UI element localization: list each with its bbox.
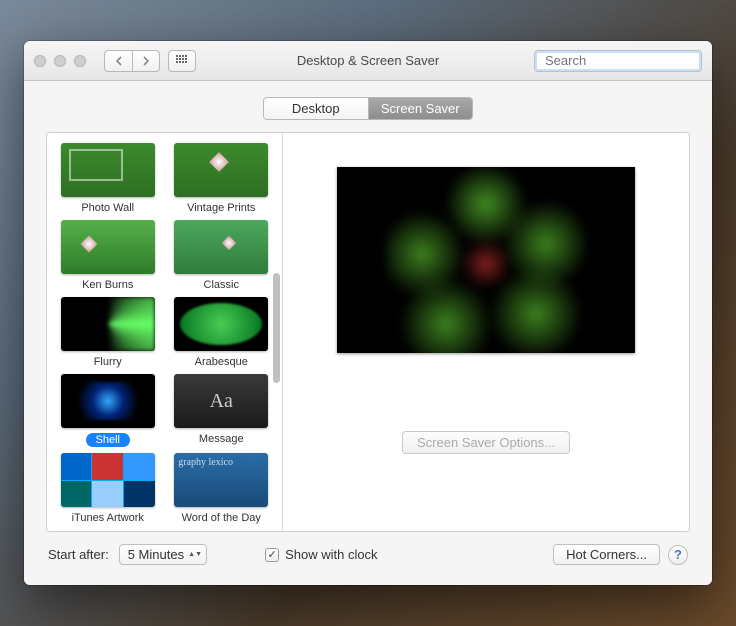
forward-button[interactable] [132,50,160,72]
saver-label: Arabesque [195,356,248,368]
content-area: Desktop Screen Saver Photo Wall Vintage … [24,81,712,585]
help-button[interactable]: ? [668,545,688,565]
saver-ken-burns[interactable]: Ken Burns [55,220,161,291]
thumbnail-icon [174,220,268,274]
saver-message[interactable]: Aa Message [169,374,275,447]
saver-label: Ken Burns [82,279,133,291]
stepper-arrows-icon: ▲▼ [188,552,202,558]
saver-label: Message [199,433,244,445]
saver-preview[interactable] [337,167,635,353]
tab-group: Desktop Screen Saver [263,97,473,120]
titlebar: Desktop & Screen Saver [24,41,712,81]
saver-label: Shell [86,433,130,447]
thumbnail-icon [174,143,268,197]
saver-photo-wall[interactable]: Photo Wall [55,143,161,214]
saver-grid[interactable]: Photo Wall Vintage Prints Ken Burns Clas… [47,133,282,531]
thumbnail-icon [61,453,155,507]
search-field[interactable] [534,50,702,72]
chevron-right-icon [142,56,150,66]
saver-label: Classic [204,279,239,291]
thumbnail-icon [61,143,155,197]
checkbox-icon: ✓ [265,548,279,562]
saver-word-of-the-day[interactable]: graphy lexico Word of the Day [169,453,275,524]
thumbnail-icon [61,297,155,351]
thumbnail-icon [61,220,155,274]
show-with-clock-label: Show with clock [285,547,377,562]
saver-label: Word of the Day [182,512,261,524]
saver-label: Vintage Prints [187,202,255,214]
saver-arabesque[interactable]: Arabesque [169,297,275,368]
thumbnail-icon: graphy lexico [174,453,268,507]
saver-label: Photo Wall [81,202,134,214]
start-after-value: 5 Minutes [128,547,184,562]
minimize-icon[interactable] [54,55,66,67]
tab-screen-saver[interactable]: Screen Saver [368,98,473,119]
saver-itunes-artwork[interactable]: iTunes Artwork [55,453,161,524]
search-input[interactable] [545,53,712,68]
scrollbar-thumb[interactable] [273,273,280,383]
saver-vintage-prints[interactable]: Vintage Prints [169,143,275,214]
back-button[interactable] [104,50,132,72]
main-panel: Photo Wall Vintage Prints Ken Burns Clas… [46,132,690,532]
screen-saver-options-button[interactable]: Screen Saver Options... [402,431,570,454]
thumbnail-icon: Aa [174,374,268,428]
preview-pane: Screen Saver Options... [283,133,689,531]
start-after-select[interactable]: 5 Minutes ▲▼ [119,544,207,565]
thumbnail-icon [61,374,155,428]
thumbnail-icon [174,297,268,351]
saver-label: Flurry [94,356,122,368]
saver-shell[interactable]: Shell [55,374,161,447]
saver-classic[interactable]: Classic [169,220,275,291]
show-with-clock-checkbox[interactable]: ✓ Show with clock [265,547,377,562]
hot-corners-button[interactable]: Hot Corners... [553,544,660,565]
saver-flurry[interactable]: Flurry [55,297,161,368]
chevron-left-icon [115,56,123,66]
bottom-bar: Start after: 5 Minutes ▲▼ ✓ Show with cl… [46,544,690,565]
close-icon[interactable] [34,55,46,67]
start-after-label: Start after: [48,547,109,562]
traffic-lights [34,55,86,67]
zoom-icon[interactable] [74,55,86,67]
grid-icon [176,55,188,67]
saver-label: iTunes Artwork [72,512,144,524]
tab-desktop[interactable]: Desktop [264,98,368,119]
saver-list-pane: Photo Wall Vintage Prints Ken Burns Clas… [47,133,283,531]
prefs-window: Desktop & Screen Saver Desktop Screen Sa… [24,41,712,585]
show-all-button[interactable] [168,50,196,72]
